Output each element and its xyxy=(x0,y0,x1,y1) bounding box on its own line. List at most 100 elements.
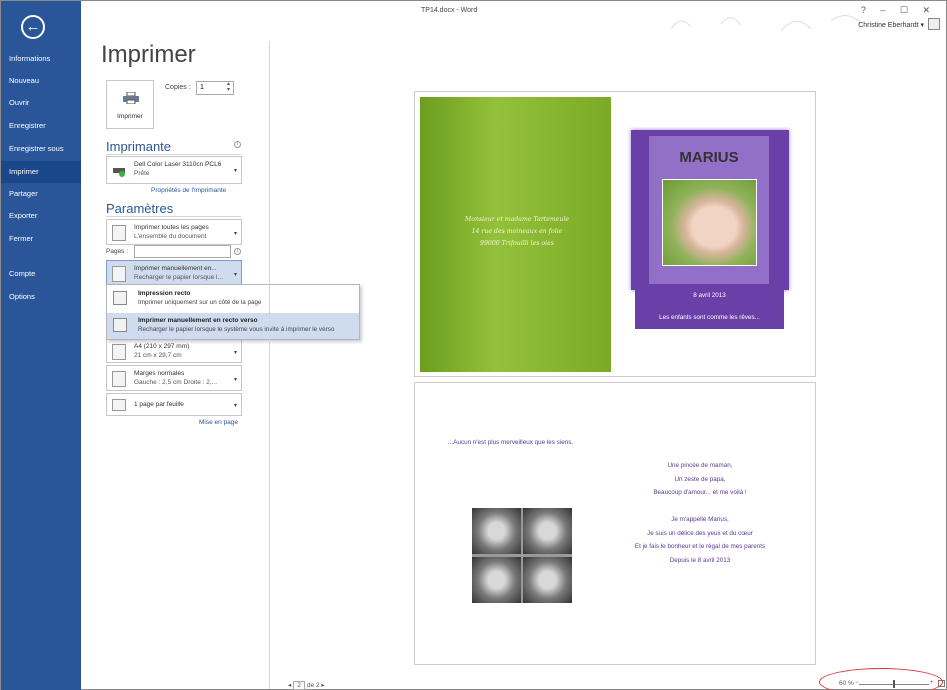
next-page-icon[interactable]: ▸ xyxy=(321,682,324,689)
margins-icon xyxy=(112,371,126,387)
printer-section-title: Imprimante xyxy=(106,139,172,154)
pages-per-sheet-dropdown[interactable]: 1 page par feuille ▾ xyxy=(106,393,242,416)
print-button-label: Imprimer xyxy=(117,113,143,120)
poem-line: Beaucoup d'amour... et me voilà ! xyxy=(653,489,747,496)
copies-label: Copies : xyxy=(165,84,191,91)
nav-item-options[interactable]: Options xyxy=(1,286,81,308)
highlight-annotation xyxy=(819,668,943,690)
info-icon[interactable]: i xyxy=(234,141,241,148)
address-line: 14 rue des moineaux en folie xyxy=(471,228,563,235)
paper-icon xyxy=(112,344,126,360)
margins-dropdown[interactable]: Marges normales Gauche : 2,5 cm Droite :… xyxy=(106,365,242,391)
address-block: Monsieur et madame Tartemeule 14 rue des… xyxy=(442,214,592,250)
menu-item-desc: Recharger le papier lorsque le système v… xyxy=(138,326,335,333)
nav-item-partager[interactable]: Partager xyxy=(1,183,81,205)
printer-name: Dell Color Laser 3110cn PCL6 xyxy=(134,161,222,168)
duplex-title: Imprimer manuellement en... xyxy=(134,265,217,272)
back-arrow-icon[interactable]: ← xyxy=(21,15,45,39)
document-title: TP14.docx - Word xyxy=(421,7,478,14)
printer-status-icon xyxy=(113,168,125,177)
intro-text: ...Aucun n'est plus merveilleux que les … xyxy=(448,439,574,446)
margins-desc: Gauche : 2,5 cm Droite : 2,... xyxy=(134,379,218,386)
page-title: Imprimer xyxy=(101,41,196,68)
copies-spinner-icon[interactable]: ▴ ▾ xyxy=(227,81,230,93)
duplex-printer-icon xyxy=(112,266,126,282)
birth-date: 8 avril 2013 xyxy=(693,292,726,299)
pages-icon xyxy=(112,225,126,241)
manual-duplex-icon xyxy=(113,318,127,332)
pages-label: Pages : xyxy=(106,248,129,255)
current-page-input[interactable]: 2 xyxy=(293,681,306,690)
poem-line: Depuis le 8 avril 2013 xyxy=(669,556,731,564)
settings-section-title: Paramètres xyxy=(106,201,174,216)
nav-item-informations[interactable]: Informations xyxy=(1,48,81,70)
window-controls[interactable]: ? – ☐ ✕ xyxy=(861,5,936,16)
paper-desc: 21 cm x 29,7 cm xyxy=(134,352,182,359)
nav-item-fermer[interactable]: Fermer xyxy=(1,228,81,250)
poem-line: Un zeste de papa, xyxy=(674,475,726,483)
divider xyxy=(106,154,241,155)
poem-line: Une pincée de maman, xyxy=(667,462,733,469)
collage-photo xyxy=(472,557,521,603)
divider xyxy=(106,216,241,217)
page-setup-link[interactable]: Mise en page xyxy=(199,419,238,426)
nav-item-ouvrir[interactable]: Ouvrir xyxy=(1,92,81,114)
duplex-dropdown[interactable]: Imprimer manuellement en... Recharger le… xyxy=(106,260,242,285)
nav-item-enregistrer[interactable]: Enregistrer xyxy=(1,115,81,137)
poem-line xyxy=(605,500,795,514)
chevron-down-icon: ▾ xyxy=(233,403,237,409)
printer-properties-link[interactable]: Propriétés de l'imprimante xyxy=(151,187,226,194)
paper-size-dropdown[interactable]: A4 (210 x 297 mm) 21 cm x 29,7 cm ▾ xyxy=(106,338,242,363)
nav-item-nouveau[interactable]: Nouveau xyxy=(1,70,81,92)
card-name: MARIUS xyxy=(679,149,739,166)
chevron-down-icon: ▾ xyxy=(233,231,237,237)
print-range-dropdown[interactable]: Imprimer toutes les pages L'ensemble du … xyxy=(106,219,242,245)
duplex-desc: Recharger le papier lorsque l... xyxy=(134,274,223,281)
chevron-down-icon: ▾ xyxy=(233,168,237,174)
nav-item-imprimer[interactable]: Imprimer xyxy=(1,161,81,183)
decorative-pattern xyxy=(670,15,862,32)
print-button[interactable]: Imprimer xyxy=(106,80,154,129)
menu-item-title: Impression recto xyxy=(138,290,191,297)
name-card: MARIUS xyxy=(631,130,789,290)
poem-line: Et je fais le bonheur et le régal de mes… xyxy=(634,543,766,550)
poem-line: Je suis un délice des yeux et du cœur xyxy=(647,529,753,537)
page-total: de 2 xyxy=(306,682,320,689)
divider xyxy=(269,41,270,689)
nav-item-enregistrer-sous[interactable]: Enregistrer sous xyxy=(1,138,81,160)
name-card-inner: MARIUS xyxy=(649,136,769,284)
margins-title: Marges normales xyxy=(134,370,185,377)
menu-item-single-sided[interactable]: Impression recto Imprimer uniquement sur… xyxy=(107,286,359,312)
collage-photo xyxy=(523,557,572,603)
single-sided-icon xyxy=(113,291,127,305)
menu-item-manual-duplex[interactable]: Imprimer manuellement en recto verso Rec… xyxy=(107,313,359,339)
pages-input[interactable] xyxy=(134,245,231,258)
menu-item-title: Imprimer manuellement en recto verso xyxy=(138,317,258,324)
collage-photo xyxy=(523,508,572,554)
printer-status: Prête xyxy=(134,170,150,177)
paper-title: A4 (210 x 297 mm) xyxy=(134,343,190,350)
chevron-down-icon: ▾ xyxy=(233,272,237,278)
nav-item-compte[interactable]: Compte xyxy=(1,263,81,285)
poem: Une pincée de maman, Un zeste de papa, B… xyxy=(605,459,795,567)
poem-line: Je m'appelle Marius, xyxy=(671,516,729,523)
previous-page-icon[interactable]: ◂ xyxy=(288,682,291,689)
green-panel: Monsieur et madame Tartemeule 14 rue des… xyxy=(420,97,611,372)
chevron-down-icon: ▾ xyxy=(233,377,237,383)
preview-page-2: ...Aucun n'est plus merveilleux que les … xyxy=(414,382,816,665)
print-range-desc: L'ensemble du document xyxy=(134,233,207,240)
backstage-nav: ← Informations Nouveau Ouvrir Enregistre… xyxy=(1,1,81,690)
user-account[interactable]: Christine Eberhardt ▾ xyxy=(858,21,924,29)
collage-photo xyxy=(472,508,521,554)
address-line: 99000 Trifouilli les oies xyxy=(480,240,554,247)
avatar[interactable] xyxy=(928,18,940,30)
date-band: 8 avril 2013 Les enfants sont comme les … xyxy=(635,285,784,329)
sheet-icon xyxy=(112,399,126,411)
chevron-down-icon: ▾ xyxy=(233,350,237,356)
preview-page-1: Monsieur et madame Tartemeule 14 rue des… xyxy=(414,91,816,377)
info-icon[interactable]: i xyxy=(234,248,241,255)
nav-item-exporter[interactable]: Exporter xyxy=(1,205,81,227)
printer-dropdown[interactable]: Dell Color Laser 3110cn PCL6 Prête ▾ xyxy=(106,156,242,184)
page-navigator: ◂ 2 de 2 ▸ xyxy=(288,681,325,690)
address-line: Monsieur et madame Tartemeule xyxy=(464,216,570,223)
